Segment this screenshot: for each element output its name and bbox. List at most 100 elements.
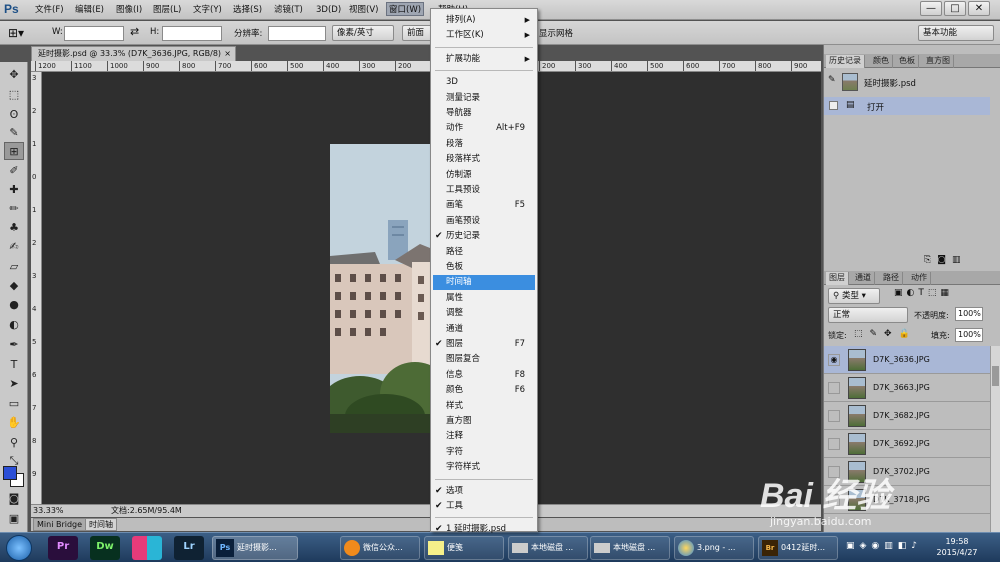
blend-mode-select[interactable]: 正常 (828, 307, 908, 323)
menu-file[interactable]: 文件(F) (35, 3, 64, 17)
menu-item-5[interactable]: 3D (433, 75, 535, 90)
menu-item-26[interactable]: 样式 (433, 399, 535, 414)
layer-filter-icons[interactable]: ▣◐T⬚▦ (894, 288, 953, 298)
menu-item-30[interactable]: 字符样式 (433, 460, 535, 475)
move-tool-icon[interactable]: ✥ (4, 66, 24, 84)
system-tray-icons[interactable]: ▣◈◉▥◧♪ (846, 541, 922, 551)
menu-edit[interactable]: 编辑(E) (75, 3, 104, 17)
taskbar-wechat[interactable]: 微信公众... (340, 536, 420, 560)
dodge-tool-icon[interactable]: ◐ (4, 316, 24, 334)
tab-mini-bridge[interactable]: Mini Bridge (33, 518, 87, 531)
close-tab-icon[interactable]: × (224, 47, 231, 61)
zoom-tool-icon[interactable]: ⚲ (4, 434, 24, 452)
zoom-level[interactable]: 33.33% (33, 505, 64, 517)
close-button[interactable]: ✕ (968, 1, 990, 16)
menu-item-27[interactable]: 直方图 (433, 414, 535, 429)
menu-item-11[interactable]: 仿制源 (433, 168, 535, 183)
menu-item-19[interactable]: 属性 (433, 291, 535, 306)
minimize-button[interactable]: — (920, 1, 942, 16)
menu-image[interactable]: 图像(I) (116, 3, 142, 17)
new-document-icon[interactable]: ⎘ (924, 255, 937, 265)
taskbar-bridge[interactable]: Br 0412延时... (758, 536, 838, 560)
premiere-icon[interactable]: Pr (48, 536, 78, 560)
tab-history[interactable]: 历史记录 (826, 55, 865, 68)
foreground-color-swatch[interactable] (3, 466, 17, 480)
menu-item-0[interactable]: 排列(A) ▶ (433, 13, 535, 28)
layer-row[interactable]: D7K_3692.JPG (824, 430, 990, 458)
menu-item-8[interactable]: 动作 Alt+F9 (433, 121, 535, 136)
taskbar-photoshop[interactable]: Ps 延时摄影... (212, 536, 298, 560)
lasso-tool-icon[interactable]: ʘ (4, 106, 24, 124)
workspace-select[interactable]: 基本功能 (918, 25, 994, 41)
visibility-box[interactable] (828, 382, 840, 394)
menu-item-1[interactable]: 工作区(K) ▶ (433, 28, 535, 43)
menu-item-14[interactable]: 画笔预设 (433, 214, 535, 229)
menu-item-21[interactable]: 通道 (433, 322, 535, 337)
menu-item-25[interactable]: 颜色 F6 (433, 383, 535, 398)
tab-timeline[interactable]: 时间轴 (85, 518, 117, 531)
history-step[interactable]: ▤ 打开 (824, 97, 990, 115)
scrollbar-thumb[interactable] (992, 366, 999, 386)
layer-row[interactable]: D7K_3682.JPG (824, 402, 990, 430)
eyedropper-tool-icon[interactable]: ✐ (4, 162, 24, 180)
menu-item-23[interactable]: 图层复合 (433, 352, 535, 367)
menu-item-12[interactable]: 工具预设 (433, 183, 535, 198)
tab-actions[interactable]: 动作 (908, 272, 931, 285)
front-image-button[interactable]: 前面 (402, 25, 432, 41)
layer-filter-select[interactable]: ⚲ 类型 ▾ (828, 288, 880, 304)
menu-layer[interactable]: 图层(L) (153, 3, 181, 17)
tab-paths[interactable]: 路径 (880, 272, 903, 285)
colorful-app-icon[interactable] (132, 536, 162, 560)
history-brush-tool-icon[interactable]: ✍ (4, 238, 24, 256)
taskbar-paint[interactable]: 3.png - ... (674, 536, 754, 560)
lightroom-icon[interactable]: Lr (174, 536, 204, 560)
screen-mode-icon[interactable]: ▣ (4, 510, 24, 528)
menu-item-28[interactable]: 注释 (433, 429, 535, 444)
show-grid-label[interactable]: 显示网格 (539, 27, 573, 39)
unit-select[interactable]: 像素/英寸 (332, 25, 394, 41)
tab-color[interactable]: 颜色 (870, 55, 893, 68)
eraser-tool-icon[interactable]: ▱ (4, 258, 24, 276)
menu-3d[interactable]: 3D(D) (316, 3, 341, 17)
tab-histogram[interactable]: 直方图 (923, 55, 954, 68)
maximize-button[interactable]: □ (944, 1, 966, 16)
visibility-box[interactable] (828, 410, 840, 422)
menu-view[interactable]: 视图(V) (349, 3, 378, 17)
menu-item-15[interactable]: ✔ 历史记录 (433, 229, 535, 244)
path-select-tool-icon[interactable]: ➤ (4, 375, 24, 393)
menu-item-10[interactable]: 段落样式 (433, 152, 535, 167)
menu-item-17[interactable]: 色板 (433, 260, 535, 275)
paint-bucket-tool-icon[interactable]: ◆ (4, 277, 24, 295)
menu-item-13[interactable]: 画笔 F5 (433, 198, 535, 213)
resolution-field[interactable] (268, 26, 326, 41)
menu-filter[interactable]: 滤镜(T) (274, 3, 303, 17)
width-field[interactable] (64, 26, 124, 41)
trash-icon[interactable]: ▥ (952, 255, 967, 265)
history-step-checkbox[interactable] (829, 101, 838, 110)
menu-item-6[interactable]: 测量记录 (433, 91, 535, 106)
shape-tool-icon[interactable]: ▭ (4, 395, 24, 413)
eye-icon[interactable]: ◉ (828, 354, 840, 366)
menu-window[interactable]: 窗口(W) (386, 2, 425, 16)
quick-select-tool-icon[interactable]: ✎ (4, 124, 24, 142)
fill-field[interactable]: 100% (955, 328, 983, 342)
taskbar-disk-2[interactable]: 本地磁盘 ... (590, 536, 670, 560)
menu-item-16[interactable]: 路径 (433, 245, 535, 260)
brush-tool-icon[interactable]: ✏ (4, 200, 24, 218)
type-tool-icon[interactable]: T (4, 356, 24, 374)
bird-app-icon[interactable] (302, 536, 332, 560)
healing-tool-icon[interactable]: ✚ (4, 181, 24, 199)
crop-tool-icon[interactable]: ⊞▾ (8, 24, 38, 42)
menu-item-29[interactable]: 字符 (433, 445, 535, 460)
taskbar-disk-1[interactable]: 本地磁盘 ... (508, 536, 588, 560)
marquee-tool-icon[interactable]: ⬚ (4, 86, 24, 104)
height-field[interactable] (162, 26, 222, 41)
swap-icon[interactable]: ⇄ (130, 25, 139, 38)
menu-item-33[interactable]: ✔ 工具 (433, 499, 535, 514)
visibility-box[interactable] (828, 438, 840, 450)
hand-tool-icon[interactable]: ✋ (4, 414, 24, 432)
history-snapshot[interactable]: ✎ 延时摄影.psd (824, 71, 990, 93)
tab-layers[interactable]: 图层 (826, 272, 849, 285)
crop-tool-icon[interactable]: ⊞ (4, 142, 24, 160)
lock-icons[interactable]: ⬚✎✥🔒 (854, 329, 917, 339)
